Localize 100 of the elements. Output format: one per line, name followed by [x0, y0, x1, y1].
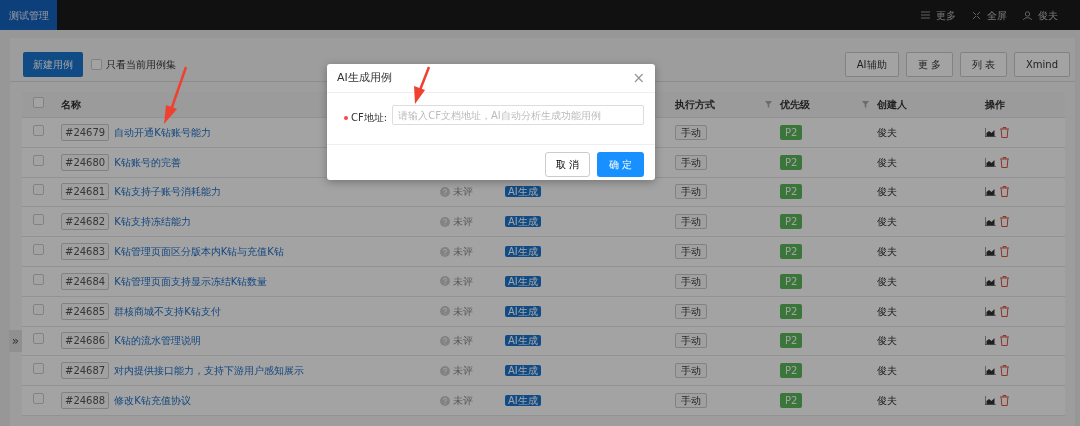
help-icon	[440, 246, 450, 257]
review-status: 未评	[453, 304, 473, 319]
nav-item[interactable]: 俊夫	[1015, 0, 1066, 30]
expand-toggle[interactable]: »	[9, 330, 22, 352]
priority-badge: P2	[780, 214, 803, 230]
help-icon	[440, 335, 450, 346]
nav-tab[interactable]: 测试管理	[0, 0, 57, 30]
case-id: #24686	[61, 332, 110, 350]
case-link[interactable]: K钻账号的完善	[114, 154, 181, 170]
help-icon	[440, 306, 450, 317]
execution-mode: 手动	[675, 273, 707, 289]
trash-icon[interactable]	[1000, 335, 1009, 347]
checkbox[interactable]	[91, 59, 102, 70]
toolbar-button[interactable]: AI辅助	[844, 52, 899, 77]
creator-cell-text: 俊夫	[877, 215, 898, 230]
review-status: 未评	[453, 364, 473, 379]
case-link[interactable]: K钻支持子账号消耗能力	[114, 184, 221, 200]
priority-badge: P2	[780, 124, 803, 140]
checkbox[interactable]	[33, 184, 44, 196]
toolbar-button[interactable]: Xmind	[1013, 52, 1070, 77]
column-header: 操作	[985, 98, 1005, 112]
case-link[interactable]: K钻管理页面支持显示冻结K钻数量	[114, 273, 268, 289]
case-link[interactable]: 修改K钻充值协议	[114, 393, 191, 409]
checkbox-label: 只看当前用例集	[106, 58, 176, 72]
trash-icon[interactable]	[1000, 275, 1009, 287]
nav-item[interactable]: 更多	[913, 0, 964, 30]
chart-icon[interactable]	[985, 247, 996, 257]
creator-cell-text: 俊夫	[877, 185, 898, 200]
review-status: 未评	[453, 215, 473, 230]
case-id: #24688	[61, 392, 110, 410]
creator-cell-text: 俊夫	[877, 125, 898, 140]
tag: AI生成	[505, 365, 541, 377]
trash-icon[interactable]	[1000, 365, 1009, 377]
checkbox[interactable]	[33, 333, 44, 345]
trash-icon[interactable]	[1000, 246, 1009, 258]
execution-mode: 手动	[675, 393, 707, 409]
trash-icon[interactable]	[1000, 216, 1009, 228]
creator-cell-text: 俊夫	[877, 334, 898, 349]
checkbox[interactable]	[33, 244, 44, 256]
confirm-button[interactable]: 确 定	[596, 152, 644, 177]
execution-mode: 手动	[675, 124, 707, 140]
trash-icon[interactable]	[1000, 126, 1009, 138]
help-icon	[440, 365, 450, 376]
review-status: 未评	[453, 245, 473, 260]
chart-icon[interactable]	[985, 396, 996, 406]
checkbox[interactable]	[33, 303, 44, 315]
case-id: #24682	[61, 213, 110, 231]
execution-mode: 手动	[675, 363, 707, 379]
case-link[interactable]: K钻管理页面区分版本内K钻与充值K钻	[114, 244, 284, 260]
case-id: #24685	[61, 302, 110, 320]
new-case-button[interactable]: 新建用例	[23, 52, 83, 77]
chart-icon[interactable]	[985, 187, 996, 197]
help-icon	[440, 187, 450, 197]
nav-item[interactable]: 全屏	[964, 0, 1015, 30]
annotation-arrow	[414, 66, 431, 104]
cancel-button[interactable]: 取 消	[544, 152, 590, 177]
help-icon	[440, 276, 450, 287]
execution-mode: 手动	[675, 154, 707, 170]
chart-icon[interactable]	[985, 306, 996, 316]
help-icon	[440, 395, 450, 406]
trash-icon[interactable]	[1000, 305, 1009, 317]
column-header: 执行方式	[675, 98, 715, 112]
creator-cell-text: 俊夫	[877, 364, 898, 379]
toolbar-button[interactable]: 列 表	[959, 52, 1007, 77]
checkbox[interactable]	[33, 363, 44, 375]
trash-icon[interactable]	[1000, 186, 1009, 198]
priority-badge: P2	[780, 273, 803, 289]
chart-icon[interactable]	[985, 127, 996, 137]
checkbox[interactable]	[33, 393, 44, 405]
tag: AI生成	[505, 246, 541, 258]
case-link[interactable]: K钻支持冻结能力	[114, 214, 191, 230]
chart-icon[interactable]	[985, 276, 996, 286]
tag: AI生成	[505, 275, 541, 287]
review-status: 未评	[453, 274, 473, 289]
case-id: #24680	[61, 153, 110, 171]
chart-icon[interactable]	[985, 217, 996, 227]
priority-badge: P2	[780, 393, 803, 409]
close-button[interactable]: ×	[632, 70, 645, 86]
toolbar-button[interactable]: 更 多	[905, 52, 953, 77]
execution-mode: 手动	[675, 303, 707, 319]
checkbox[interactable]	[33, 273, 44, 285]
trash-icon[interactable]	[1000, 156, 1009, 168]
case-link[interactable]: K钻的流水管理说明	[114, 333, 201, 349]
checkbox[interactable]	[33, 154, 44, 166]
case-link[interactable]: 自动开通K钻账号能力	[114, 124, 211, 140]
column-header: 优先级	[780, 98, 810, 112]
checkbox[interactable]	[33, 124, 44, 136]
checkbox[interactable]	[33, 214, 44, 226]
tag: AI生成	[505, 395, 541, 407]
chart-icon[interactable]	[985, 336, 996, 346]
case-link[interactable]: 对内提供接口能力，支持下游用户感知展示	[114, 363, 305, 379]
priority-badge: P2	[780, 154, 803, 170]
checkbox[interactable]	[33, 97, 44, 108]
chart-icon[interactable]	[985, 366, 996, 376]
tag: AI生成	[505, 305, 541, 317]
chart-icon[interactable]	[985, 157, 996, 167]
trash-icon[interactable]	[1000, 395, 1009, 407]
tag: AI生成	[505, 186, 541, 198]
case-link[interactable]: 群核商城不支持K钻支付	[114, 303, 221, 319]
priority-badge: P2	[780, 363, 803, 379]
